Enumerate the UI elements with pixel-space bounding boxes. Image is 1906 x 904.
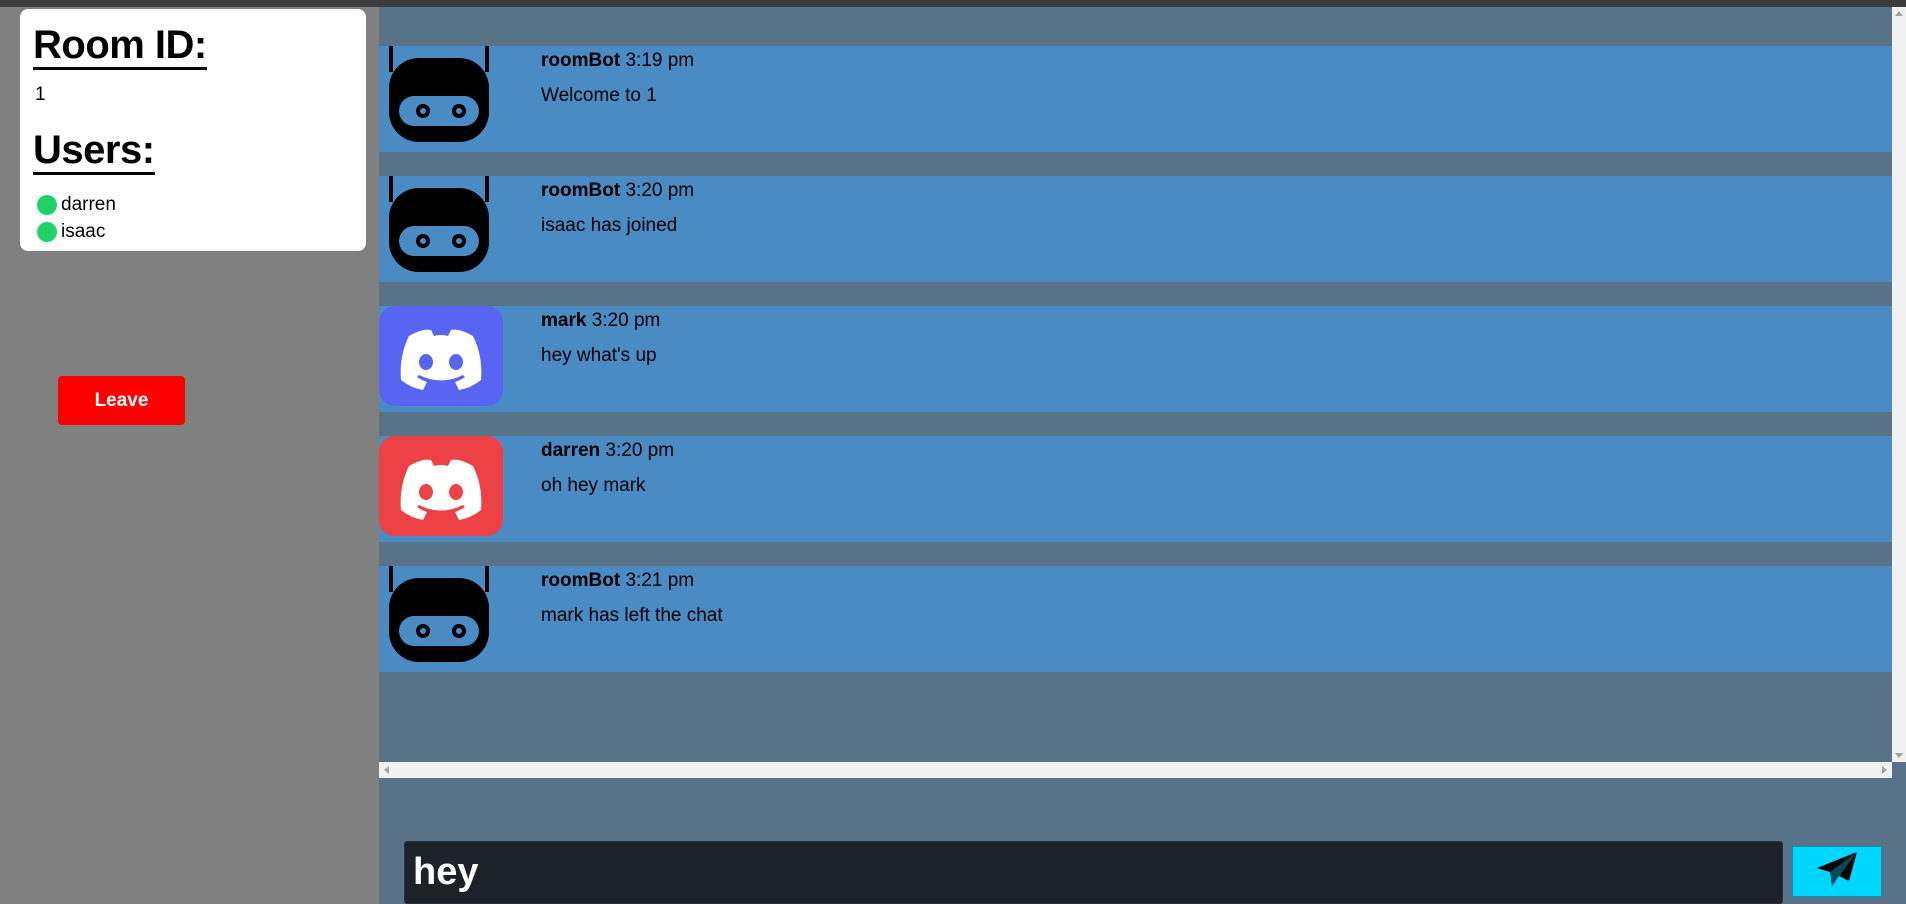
message-input[interactable]	[404, 841, 1783, 904]
message-text: mark has left the chat	[541, 605, 723, 626]
discord-icon	[379, 436, 503, 542]
message-header: roomBot 3:19 pm	[541, 49, 694, 73]
robot-icon	[379, 566, 503, 672]
online-status-icon	[37, 221, 57, 242]
user-list: darren isaac	[33, 191, 366, 245]
message-item: mark 3:20 pm hey what's up	[379, 306, 1892, 412]
user-name: isaac	[61, 220, 106, 242]
message-item: darren 3:20 pm oh hey mark	[379, 436, 1892, 542]
send-button[interactable]	[1792, 846, 1882, 897]
users-heading: Users:	[33, 128, 155, 175]
send-icon	[1816, 851, 1858, 892]
message-header: roomBot 3:21 pm	[541, 569, 694, 593]
online-status-icon	[37, 194, 57, 215]
message-username: roomBot	[541, 180, 621, 201]
horizontal-scrollbar[interactable]	[379, 762, 1892, 778]
scroll-left-icon[interactable]	[384, 766, 389, 774]
message-item: roomBot 3:20 pm isaac has joined	[379, 176, 1892, 282]
user-item: isaac	[33, 218, 366, 245]
chat-area: roomBot 3:19 pm Welcome to 1 roomBot 3:2…	[379, 7, 1906, 904]
scroll-down-icon[interactable]	[1895, 753, 1903, 758]
message-time: 3:20 pm	[591, 310, 661, 331]
message-header: roomBot 3:20 pm	[541, 179, 694, 203]
leave-button[interactable]: Leave	[58, 376, 185, 425]
message-username: darren	[541, 440, 601, 461]
user-item: darren	[33, 191, 366, 218]
room-id-heading: Room ID:	[33, 23, 207, 70]
message-time: 3:21 pm	[625, 570, 695, 591]
browser-top-strip	[0, 0, 1906, 7]
message-header: darren 3:20 pm	[541, 439, 674, 463]
message-item: roomBot 3:21 pm mark has left the chat	[379, 566, 1892, 672]
message-time: 3:20 pm	[605, 440, 675, 461]
message-username: roomBot	[541, 50, 621, 71]
message-text: Welcome to 1	[541, 85, 657, 106]
discord-icon	[379, 306, 503, 412]
room-id-value: 1	[35, 84, 46, 105]
message-time: 3:20 pm	[625, 180, 695, 201]
scroll-right-icon[interactable]	[1882, 766, 1887, 774]
message-username: roomBot	[541, 570, 621, 591]
scroll-up-icon[interactable]	[1895, 11, 1903, 16]
message-item: roomBot 3:19 pm Welcome to 1	[379, 46, 1892, 152]
message-text: oh hey mark	[541, 475, 646, 496]
user-name: darren	[61, 193, 116, 215]
robot-icon	[379, 176, 503, 282]
message-text: hey what's up	[541, 345, 657, 366]
message-username: mark	[541, 310, 587, 331]
room-info-card: Room ID: 1 Users: darren isaac	[20, 9, 366, 251]
robot-icon	[379, 46, 503, 152]
message-time: 3:19 pm	[625, 50, 695, 71]
message-list[interactable]: roomBot 3:19 pm Welcome to 1 roomBot 3:2…	[379, 7, 1892, 762]
message-header: mark 3:20 pm	[541, 309, 660, 333]
vertical-scrollbar[interactable]	[1892, 7, 1906, 762]
message-text: isaac has joined	[541, 215, 678, 236]
